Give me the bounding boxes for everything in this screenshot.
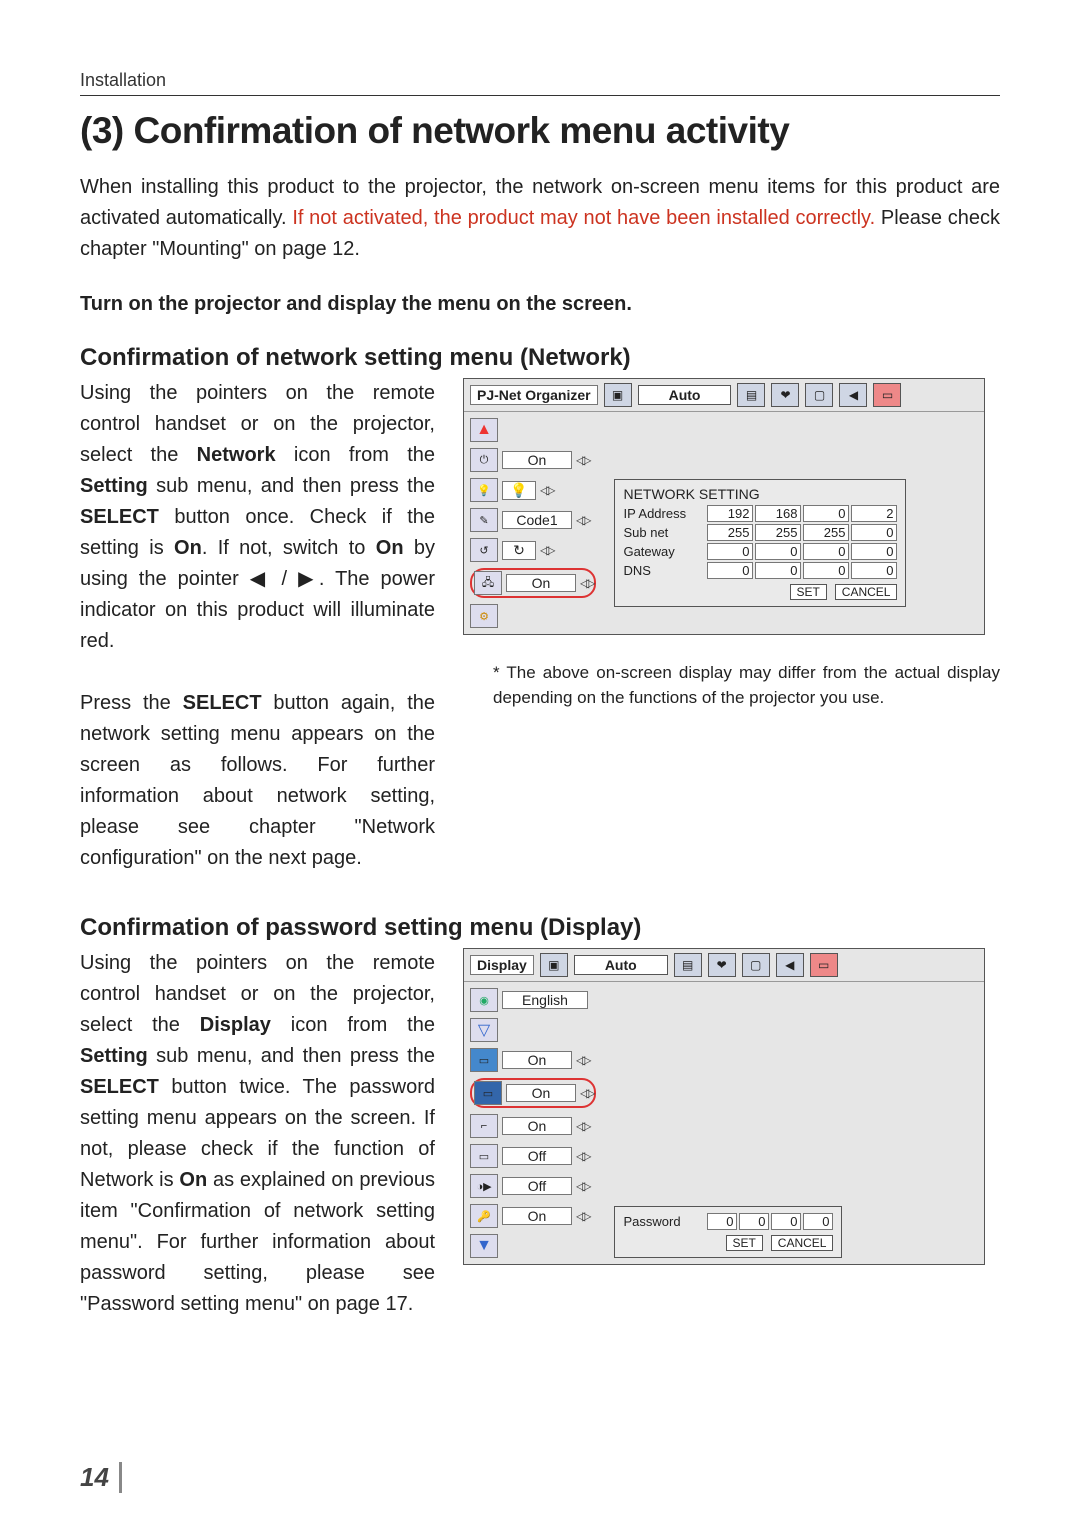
intro-paragraph: When installing this product to the proj… — [80, 172, 1000, 265]
menu-value: Off — [502, 1147, 572, 1165]
lr-arrow-icon: ◁▷ — [580, 1086, 592, 1100]
osd-network-panel: PJ-Net Organizer ▣ Auto ▤ ❤ ▢ ◀ ▭ ▲ ⏻On◁… — [463, 378, 985, 635]
nav-up-icon: ▲ — [470, 418, 498, 442]
osd2-title: Display — [470, 955, 534, 975]
menu-value: Code1 — [502, 511, 572, 529]
section2-heading: Confirmation of password setting menu (D… — [80, 914, 1000, 942]
password-label: Password — [623, 1214, 705, 1229]
page-title: (3) Confirmation of network menu activit… — [80, 110, 1000, 152]
lamp-icon: 💡 — [470, 478, 498, 502]
menu-item-icon: ▭ — [470, 1144, 498, 1168]
pwd-digit: 0 — [771, 1213, 801, 1230]
network-icon: 🖧 — [474, 571, 502, 595]
highlighted-network-row: 🖧On ◁▷ — [470, 568, 596, 598]
tab-icon: ▣ — [540, 953, 568, 977]
tab-icon: ❤ — [771, 383, 799, 407]
section1-heading: Confirmation of network setting menu (Ne… — [80, 344, 1000, 372]
section-label: Installation — [80, 70, 1000, 96]
menu-item-icon: ▭ — [474, 1081, 502, 1105]
tab-icon: ▤ — [737, 383, 765, 407]
cancel-button[interactable]: CANCEL — [771, 1235, 834, 1251]
menu-value: Off — [502, 1177, 572, 1195]
menu-value: On — [502, 1051, 572, 1069]
lr-arrow-icon: ◁▷ — [540, 483, 552, 497]
menu-item-icon: ⏻ — [470, 448, 498, 472]
instruction: Turn on the projector and display the me… — [80, 293, 1000, 316]
menu-value: On — [502, 1207, 572, 1225]
globe-icon: ◉ — [470, 988, 498, 1012]
section2-text: Using the pointers on the remote control… — [80, 948, 435, 1320]
tab-icon: ▢ — [805, 383, 833, 407]
lr-arrow-icon: ◁▷ — [576, 1179, 588, 1193]
osd1-title: PJ-Net Organizer — [470, 385, 598, 405]
tab-icon: ▣ — [604, 383, 632, 407]
language-value: English — [502, 991, 588, 1009]
subnet-label: Sub net — [623, 525, 705, 540]
menu-value: On — [502, 1117, 572, 1135]
tab-icon: ❤ — [708, 953, 736, 977]
osd2-auto: Auto — [574, 955, 668, 975]
menu-value: ↻ — [502, 541, 536, 560]
pwd-digit: 0 — [803, 1213, 833, 1230]
tab-icon: ▢ — [742, 953, 770, 977]
menu-item-icon: ▭ — [470, 1048, 498, 1072]
menu-item-icon: ⚙ — [470, 604, 498, 628]
network-setting-popup: NETWORK SETTING IP Address 192 168 0 2 S… — [614, 479, 906, 607]
lr-arrow-icon: ◁▷ — [580, 576, 592, 590]
menu-value: On — [502, 451, 572, 469]
cancel-button[interactable]: CANCEL — [835, 584, 898, 600]
menu-item-icon: ▽ — [470, 1018, 498, 1042]
remote-icon: ✎ — [470, 508, 498, 532]
menu-item-icon: ⌐ — [470, 1114, 498, 1138]
ip-label: IP Address — [623, 506, 705, 521]
tab-icon: ▭ — [810, 953, 838, 977]
menu-item-icon: ◑▶ — [470, 1174, 498, 1198]
ip-oct: 192 — [707, 505, 753, 522]
lr-arrow-icon: ◁▷ — [576, 453, 588, 467]
set-button[interactable]: SET — [790, 584, 827, 600]
nav-down-icon: ▼ — [470, 1234, 498, 1258]
ip-oct: 0 — [803, 505, 849, 522]
gateway-label: Gateway — [623, 544, 705, 559]
lr-arrow-icon: ◁▷ — [540, 543, 552, 557]
section1-text: Using the pointers on the remote control… — [80, 378, 435, 874]
menu-item-icon: ↺ — [470, 538, 498, 562]
set-button[interactable]: SET — [726, 1235, 763, 1251]
menu-value: On — [506, 574, 576, 592]
tab-icon: ▭ — [873, 383, 901, 407]
lr-arrow-icon: ◁▷ — [576, 1209, 588, 1223]
lr-arrow-icon: ◁▷ — [576, 1119, 588, 1133]
lr-arrow-icon: ◁▷ — [576, 1053, 588, 1067]
highlighted-display-row: ▭On ◁▷ — [470, 1078, 596, 1108]
lr-arrow-icon: ◁▷ — [576, 1149, 588, 1163]
popup-title: NETWORK SETTING — [623, 486, 897, 502]
tab-icon: ▤ — [674, 953, 702, 977]
pwd-digit: 0 — [739, 1213, 769, 1230]
password-popup: Password 0 0 0 0 SET CANCEL — [614, 1206, 842, 1258]
page-number: 14 — [80, 1462, 122, 1493]
pwd-digit: 0 — [707, 1213, 737, 1230]
dns-label: DNS — [623, 563, 705, 578]
ip-oct: 2 — [851, 505, 897, 522]
figure-caption: * The above on-screen display may differ… — [463, 661, 1000, 710]
tab-icon: ◀ — [839, 383, 867, 407]
osd-display-panel: Display ▣ Auto ▤ ❤ ▢ ◀ ▭ ◉English ▽ ▭On◁… — [463, 948, 985, 1265]
intro-warning: If not activated, the product may not ha… — [292, 207, 875, 229]
ip-oct: 168 — [755, 505, 801, 522]
osd1-auto: Auto — [638, 385, 732, 405]
tab-icon: ◀ — [776, 953, 804, 977]
key-icon: 🔑 — [470, 1204, 498, 1228]
menu-value: 💡 — [502, 481, 536, 500]
menu-value: On — [506, 1084, 576, 1102]
lr-arrow-icon: ◁▷ — [576, 513, 588, 527]
